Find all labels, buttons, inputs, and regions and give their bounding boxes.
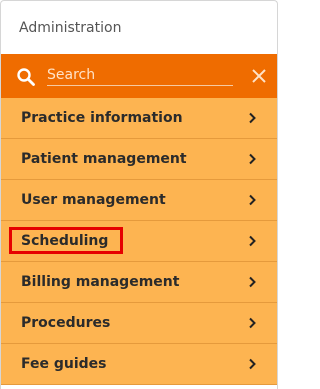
menu-item-procedures[interactable]: Procedures: [1, 303, 277, 344]
menu-item-billing-management[interactable]: Billing management: [1, 262, 277, 303]
menu-item-patient-management[interactable]: Patient management: [1, 139, 277, 180]
menu-item-label: Procedures: [21, 315, 111, 331]
close-icon[interactable]: [251, 68, 267, 84]
search-bar: [1, 54, 277, 98]
menu-item-fee-guides[interactable]: Fee guides: [1, 344, 277, 385]
menu-item-label: Scheduling: [21, 233, 109, 249]
chevron-right-icon: [249, 358, 256, 370]
chevron-right-icon: [249, 153, 256, 165]
chevron-right-icon: [249, 112, 256, 124]
search-input[interactable]: [47, 64, 233, 86]
chevron-right-icon: [249, 235, 256, 247]
menu-item-label: Patient management: [21, 151, 187, 167]
search-icon: [17, 68, 35, 86]
menu-item-label: User management: [21, 192, 166, 208]
menu-item-label: Billing management: [21, 274, 180, 290]
panel-title: Administration: [19, 19, 122, 36]
chevron-right-icon: [249, 194, 256, 206]
menu-item-label: Practice information: [21, 110, 183, 126]
admin-menu-list: Practice information Patient management …: [1, 98, 277, 385]
panel-header: Administration: [1, 1, 277, 54]
menu-item-label: Fee guides: [21, 356, 107, 372]
chevron-right-icon: [249, 276, 256, 288]
menu-item-scheduling[interactable]: Scheduling: [1, 221, 277, 262]
chevron-right-icon: [249, 317, 256, 329]
menu-item-user-management[interactable]: User management: [1, 180, 277, 221]
administration-panel: Administration Practice information Pati…: [0, 0, 278, 389]
menu-item-practice-information[interactable]: Practice information: [1, 98, 277, 139]
